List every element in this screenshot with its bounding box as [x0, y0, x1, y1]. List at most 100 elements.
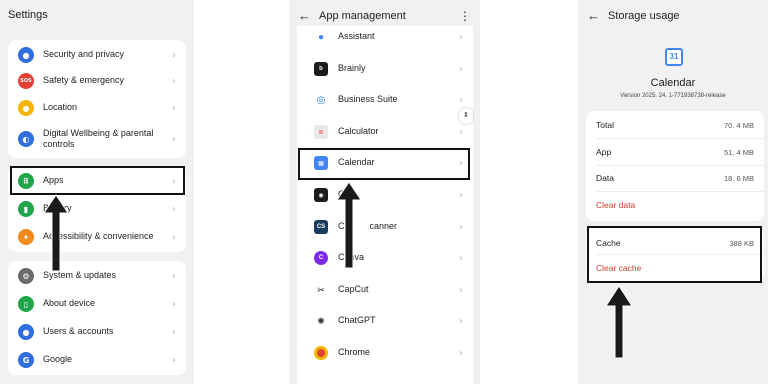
settings-item-label: About device — [43, 298, 96, 309]
app-item-calculator[interactable]: = Calculator › — [297, 121, 473, 143]
settings-group-1: ● Security and privacy › SOS Safety & em… — [8, 40, 186, 158]
chevron-right-icon: › — [172, 326, 176, 338]
app-item-business-suite[interactable]: ◎ Business Suite › — [297, 89, 473, 111]
highlight-box — [298, 148, 470, 180]
settings-item-label: Location — [43, 102, 78, 113]
app-icon: ◉ — [314, 188, 328, 202]
app-item-brainly[interactable]: b Brainly › — [297, 58, 473, 80]
settings-item-system[interactable]: ⚙ System & updates › — [8, 265, 186, 287]
settings-item-label: Safety & emergency — [43, 75, 125, 86]
storage-card: Total 70. 4 MB App 51. 4 MB Data 18. 6 M… — [586, 111, 764, 221]
chevron-right-icon: › — [172, 298, 176, 310]
chevron-right-icon: › — [172, 354, 176, 366]
accessibility-icon: ✦ — [18, 229, 34, 245]
app-item-label: ChatGPT — [338, 315, 376, 326]
settings-item-google[interactable]: G Google › — [8, 349, 186, 371]
settings-screen: Settings ● Security and privacy › SOS Sa… — [0, 0, 194, 384]
storage-value: 18. 6 MB — [723, 173, 754, 183]
storage-value: 51. 4 MB — [723, 147, 754, 157]
app-item-camscanner[interactable]: CS Ca canner › — [297, 216, 473, 238]
chevron-right-icon: › — [172, 231, 176, 243]
divider — [596, 191, 764, 192]
chevron-right-icon: › — [459, 347, 463, 359]
brainly-icon: b — [314, 62, 328, 76]
app-item-capcut[interactable]: ✂ CapCut › — [297, 279, 473, 301]
settings-group-3: ⚙ System & updates › ▯ About device › ● … — [8, 261, 186, 375]
gear-icon: ⚙ — [18, 268, 34, 284]
page-title: App management — [319, 10, 406, 22]
app-item-chrome[interactable]: Chrome › — [297, 342, 473, 364]
divider — [596, 165, 764, 166]
up-arrow-icon — [605, 285, 633, 359]
settings-item-accessibility[interactable]: ✦ Accessibility & convenience › — [8, 226, 186, 248]
app-item-canva[interactable]: C Canva › — [297, 247, 473, 269]
back-arrow-icon[interactable]: ← — [298, 8, 311, 23]
up-arrow-icon — [43, 194, 69, 272]
page-title: Settings — [8, 9, 48, 21]
chrome-icon — [314, 346, 328, 360]
chevron-right-icon: › — [459, 94, 463, 106]
app-management-screen: ← App management ⋮ ● Assistant › b Brain… — [289, 0, 480, 384]
chevron-right-icon: › — [459, 284, 463, 296]
storage-label: App — [596, 147, 612, 157]
phone-icon: ▯ — [18, 296, 34, 312]
chevron-right-icon: › — [172, 270, 176, 282]
chevron-right-icon: › — [459, 63, 463, 75]
highlight-box — [587, 226, 762, 283]
settings-item-users[interactable]: ● Users & accounts › — [8, 321, 186, 343]
chevron-right-icon: › — [172, 133, 176, 145]
calculator-icon: = — [314, 125, 328, 139]
chevron-right-icon: › — [172, 75, 176, 87]
settings-item-about[interactable]: ▯ About device › — [8, 293, 186, 315]
sos-icon: SOS — [18, 73, 34, 89]
assistant-icon: ● — [317, 31, 325, 43]
settings-item-label: Security and privacy — [43, 49, 125, 60]
wellbeing-icon: ◐ — [18, 131, 34, 147]
app-item-label: Assistant — [338, 31, 375, 42]
battery-icon: ▮ — [18, 201, 34, 217]
shield-icon: ● — [18, 47, 34, 63]
storage-row-data: Data 18. 6 MB — [596, 173, 754, 183]
app-item-label: Chrome — [338, 347, 371, 358]
canva-icon: C — [314, 251, 328, 265]
app-item-partial[interactable]: ◉ C › — [297, 184, 473, 206]
more-options-icon[interactable]: ⋮ — [459, 9, 471, 23]
settings-item-digital-wellbeing[interactable]: ◐ Digital Wellbeing & parental controls … — [8, 125, 186, 153]
app-item-chatgpt[interactable]: ✺ ChatGPT › — [297, 310, 473, 332]
storage-usage-screen: ← Storage usage 31 Calendar Version 2025… — [578, 0, 768, 384]
settings-item-safety[interactable]: SOS Safety & emergency › — [8, 70, 186, 92]
settings-item-battery[interactable]: ▮ Battery › — [8, 198, 186, 220]
app-item-assistant[interactable]: ● Assistant › — [297, 26, 473, 48]
app-item-label: Business Suite — [338, 94, 398, 105]
user-icon: ● — [18, 324, 34, 340]
highlight-box — [10, 166, 185, 195]
clear-data-button[interactable]: Clear data — [596, 200, 754, 210]
business-suite-icon: ◎ — [316, 94, 326, 106]
chevron-right-icon: › — [459, 189, 463, 201]
app-item-label: Calculator — [338, 126, 379, 137]
app-list: ● Assistant › b Brainly › ◎ Business Sui… — [297, 26, 473, 384]
settings-item-label: Users & accounts — [43, 326, 114, 337]
back-arrow-icon[interactable]: ← — [587, 8, 600, 23]
calendar-icon: 31 — [665, 48, 683, 66]
app-version: Version 2025. 24. 1-771938738-release — [620, 93, 726, 99]
chevron-right-icon: › — [172, 203, 176, 215]
page-title: Storage usage — [608, 10, 680, 22]
chevron-right-icon: › — [172, 49, 176, 61]
chevron-right-icon: › — [459, 221, 463, 233]
chevron-right-icon: › — [459, 31, 463, 43]
app-name: Calendar — [650, 77, 696, 89]
settings-item-label: Digital Wellbeing & parental controls — [43, 127, 154, 149]
up-arrow-icon — [336, 181, 362, 269]
storage-row-app: App 51. 4 MB — [596, 147, 754, 157]
chevron-right-icon: › — [459, 252, 463, 264]
google-icon: G — [18, 352, 34, 368]
settings-item-security[interactable]: ● Security and privacy › — [8, 44, 186, 66]
storage-row-total: Total 70. 4 MB — [596, 120, 754, 130]
scroll-handle[interactable]: ⇕ — [459, 108, 473, 124]
location-pin-icon: ● — [18, 100, 34, 116]
app-item-label: Brainly — [338, 63, 366, 74]
storage-label: Data — [596, 173, 614, 183]
camscanner-icon: CS — [314, 220, 328, 234]
settings-item-location[interactable]: ● Location › — [8, 97, 186, 119]
